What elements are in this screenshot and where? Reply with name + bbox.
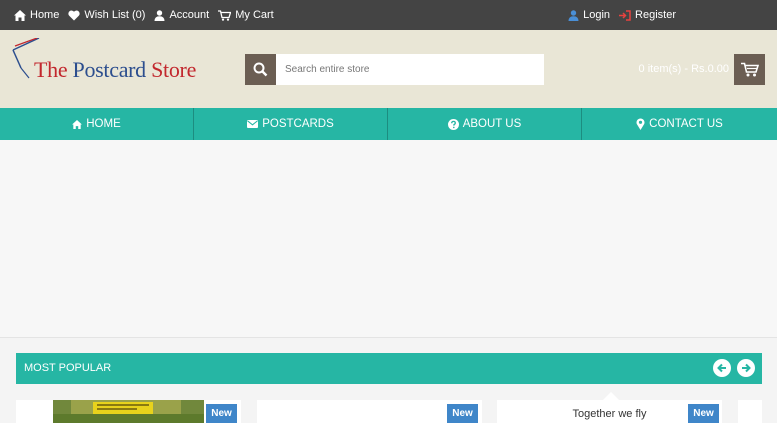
logo-text-the: The [34, 57, 73, 82]
nav-item-postcards[interactable]: POSTCARDS [194, 108, 388, 140]
product-card[interactable]: Together we fly New [497, 400, 722, 423]
sign-in-icon [619, 9, 631, 21]
nav-item-postcards-label: POSTCARDS [262, 118, 334, 130]
home-icon [14, 9, 26, 21]
mycart-link-label: My Cart [235, 9, 274, 21]
user-icon [154, 9, 165, 21]
main-nav: HOME POSTCARDS ABOUT US CONTACT US [0, 108, 777, 140]
heart-icon [68, 10, 80, 20]
new-badge: New [688, 404, 719, 423]
nav-item-home-label: HOME [86, 118, 121, 130]
wishlist-link[interactable]: Wish List (0) [68, 9, 145, 21]
home-link[interactable]: Home [14, 9, 59, 21]
top-links-right: Login Register [568, 0, 685, 30]
register-link[interactable]: Register [619, 9, 676, 21]
most-popular-header: MOST POPULAR [16, 353, 762, 384]
logo-text-postcard: Postcard [72, 57, 147, 82]
most-popular-title: MOST POPULAR [24, 362, 112, 374]
nav-item-about-label: ABOUT US [462, 118, 522, 130]
user-icon [568, 9, 579, 21]
arrow-right-icon [742, 363, 751, 373]
cart-button[interactable] [734, 54, 765, 85]
map-marker-icon [636, 118, 645, 130]
envelope-icon [247, 120, 259, 128]
account-link-label: Account [169, 9, 210, 21]
wishlist-link-label: Wish List (0) [84, 9, 146, 21]
login-link-label: Login [583, 9, 611, 21]
arrow-left-icon [717, 363, 726, 373]
account-link[interactable]: Account [154, 9, 209, 21]
carousel-pointer [603, 392, 619, 400]
home-link-label: Home [30, 9, 60, 21]
nav-item-about[interactable]: ABOUT US [388, 108, 582, 140]
product-photo-icon [53, 400, 204, 423]
home-icon [72, 119, 83, 129]
top-links-left: Home Wish List (0) Account My Cart [14, 0, 283, 30]
new-badge: New [206, 404, 237, 423]
cart-summary[interactable]: 0 item(s) - Rs.0.00 [639, 63, 729, 75]
logo-text: The Postcard Store [34, 57, 196, 83]
nav-item-contact-label: CONTACT US [649, 118, 723, 130]
question-circle-icon [447, 118, 459, 130]
register-link-label: Register [635, 9, 676, 21]
product-image[interactable] [53, 400, 204, 423]
search-button[interactable] [245, 54, 276, 85]
banner-slider [0, 140, 777, 338]
header: The Postcard Store 0 item(s) - Rs.0.00 [0, 30, 777, 108]
product-card[interactable]: New [257, 400, 482, 423]
nav-item-contact[interactable]: CONTACT US [582, 108, 777, 140]
next-arrow-button[interactable] [737, 359, 755, 377]
logo-text-store: Store [145, 57, 197, 82]
mycart-link[interactable]: My Cart [218, 9, 274, 21]
login-link[interactable]: Login [568, 9, 610, 21]
cart-icon [218, 9, 232, 21]
nav-item-home[interactable]: HOME [0, 108, 194, 140]
top-bar: Home Wish List (0) Account My Cart Login… [0, 0, 777, 30]
prev-arrow-button[interactable] [713, 359, 731, 377]
product-card[interactable] [738, 400, 762, 423]
site-logo[interactable]: The Postcard Store [11, 38, 226, 98]
search-input[interactable] [276, 54, 544, 85]
search-icon [253, 62, 268, 77]
product-card[interactable]: New [16, 400, 241, 423]
new-badge: New [447, 404, 478, 423]
cart-icon [740, 62, 759, 77]
